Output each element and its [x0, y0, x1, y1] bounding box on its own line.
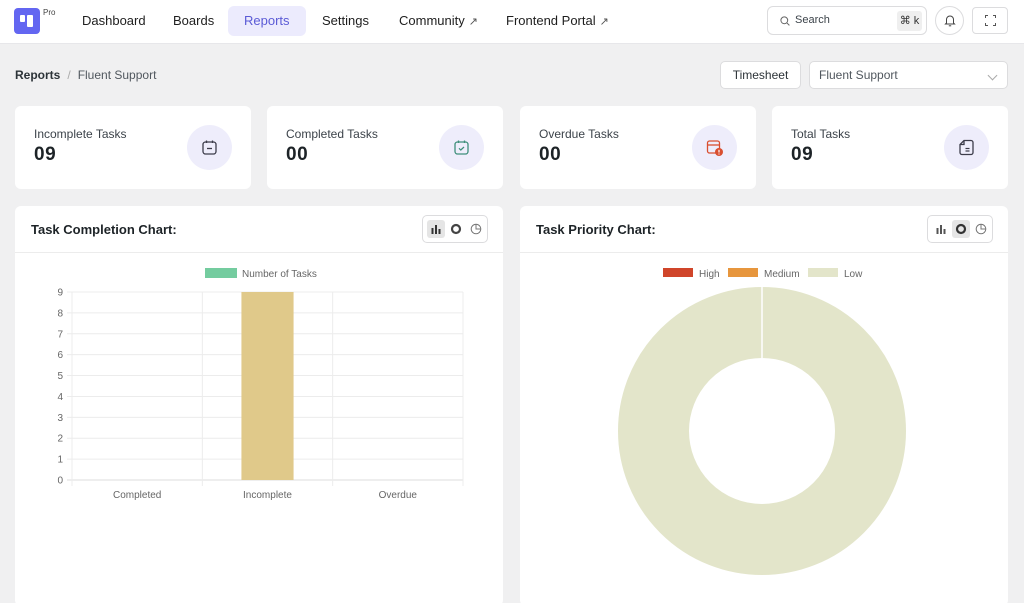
notifications-button[interactable] — [935, 6, 964, 35]
stat-icon-badge — [944, 125, 989, 170]
search-input[interactable]: Search ⌘ k — [767, 6, 927, 35]
breadcrumb: Reports / Fluent Support — [15, 68, 156, 82]
chart-type-doughnut-button[interactable] — [952, 220, 970, 238]
board-select[interactable]: Fluent Support — [809, 61, 1008, 89]
task-priority-panel: Task Priority Chart: High Medium Low — [520, 206, 1008, 603]
chart-type-bar-button[interactable] — [427, 220, 445, 238]
chart-type-bar-button[interactable] — [932, 220, 950, 238]
y-tick-label: 6 — [57, 350, 63, 361]
stat-label: Completed Tasks — [286, 127, 378, 141]
pie-chart-icon — [975, 223, 987, 235]
stat-icon-badge — [439, 125, 484, 170]
chart-type-toggle — [422, 215, 488, 243]
calendar-check-icon — [454, 140, 469, 155]
nav-community[interactable]: Community ↗ — [383, 6, 494, 36]
breadcrumb-root[interactable]: Reports — [15, 68, 60, 82]
x-tick-label: Overdue — [379, 490, 418, 501]
y-tick-label: 8 — [57, 308, 63, 319]
nav-label: Settings — [322, 13, 369, 28]
stat-label: Incomplete Tasks — [34, 127, 127, 141]
stat-value: 09 — [791, 144, 814, 165]
search-shortcut: ⌘ k — [897, 11, 922, 31]
doughnut-chart-icon — [955, 223, 967, 235]
bar-chart-icon — [936, 225, 946, 234]
search-icon — [780, 16, 790, 26]
y-tick-label: 3 — [57, 413, 63, 424]
task-completion-panel: Task Completion Chart: Number of Tasks 0 1… — [15, 206, 503, 603]
legend-label: Low — [844, 269, 863, 280]
stat-icon-badge — [187, 125, 232, 170]
calendar-minus-icon — [202, 140, 217, 155]
stat-value: 00 — [286, 144, 309, 165]
nav-boards[interactable]: Boards — [157, 6, 230, 36]
x-tick-label: Incomplete — [243, 490, 292, 501]
y-tick-label: 4 — [57, 392, 63, 403]
task-completion-chart: Number of Tasks 0 1 2 3 4 5 6 7 8 9 Completed Incomp… — [57, 268, 464, 501]
task-priority-chart: High Medium Low — [618, 268, 906, 575]
y-tick-label: 2 — [57, 434, 63, 445]
pie-chart-icon — [470, 223, 482, 235]
fullscreen-button[interactable] — [972, 7, 1008, 34]
board-select-value: Fluent Support — [819, 68, 898, 82]
nav-frontend-portal[interactable]: Frontend Portal ↗ — [490, 6, 625, 36]
fullscreen-icon — [985, 15, 996, 26]
legend-label: High — [699, 269, 720, 280]
chart-type-toggle — [927, 215, 993, 243]
nav-dashboard[interactable]: Dashboard — [66, 6, 162, 36]
chart-legend: High Medium Low — [663, 268, 863, 280]
chevron-down-icon — [987, 70, 998, 81]
doughnut-chart-icon — [450, 223, 462, 235]
stat-label: Total Tasks — [791, 127, 851, 141]
panel-header: Task Completion Chart: — [15, 206, 503, 253]
nav-label: Boards — [173, 13, 215, 28]
external-link-icon: ↗ — [599, 16, 609, 28]
stat-value: 00 — [539, 144, 562, 165]
x-tick-label: Completed — [113, 490, 161, 501]
stat-label: Overdue Tasks — [539, 127, 619, 141]
breadcrumb-current: Fluent Support — [77, 68, 157, 82]
legend-swatch — [663, 268, 693, 277]
stat-value: 09 — [34, 144, 57, 165]
stat-icon-badge — [692, 125, 737, 170]
search-placeholder: Search — [795, 14, 830, 26]
panel-title: Task Priority Chart: — [536, 222, 656, 237]
legend-swatch — [808, 268, 838, 277]
calendar-alert-icon — [706, 140, 723, 156]
legend-label: Medium — [764, 269, 800, 280]
chart-legend: Number of Tasks — [205, 268, 317, 280]
panel-header: Task Priority Chart: — [520, 206, 1008, 253]
stat-card-overdue: Overdue Tasks 00 — [520, 106, 756, 189]
top-nav: Pro Dashboard Boards Reports Settings Co… — [0, 0, 1024, 44]
legend-swatch — [205, 268, 237, 278]
stat-card-total: Total Tasks 09 — [772, 106, 1008, 189]
nav-label: Reports — [244, 13, 290, 28]
chart-type-pie-button[interactable] — [467, 220, 485, 238]
y-tick-label: 0 — [57, 476, 63, 487]
legend-label: Number of Tasks — [242, 269, 317, 280]
breadcrumb-separator: / — [67, 68, 71, 82]
app-logo[interactable] — [14, 8, 40, 34]
timesheet-button[interactable]: Timesheet — [720, 61, 801, 89]
bar-chart-icon — [431, 225, 441, 234]
nav-reports[interactable]: Reports — [228, 6, 306, 36]
bar — [241, 292, 294, 480]
note-icon — [959, 139, 974, 156]
nav-settings[interactable]: Settings — [306, 6, 385, 36]
nav-label: Frontend Portal — [506, 13, 596, 28]
stat-card-completed: Completed Tasks 00 — [267, 106, 503, 189]
stat-card-incomplete: Incomplete Tasks 09 — [15, 106, 251, 189]
y-tick-label: 5 — [57, 371, 63, 382]
chart-type-pie-button[interactable] — [972, 220, 990, 238]
panel-title: Task Completion Chart: — [31, 222, 177, 237]
pro-badge: Pro — [43, 8, 56, 17]
y-tick-label: 7 — [57, 329, 63, 340]
nav-label: Community — [399, 13, 465, 28]
y-tick-label: 9 — [57, 288, 63, 299]
y-tick-label: 1 — [57, 455, 63, 466]
nav-label: Dashboard — [82, 13, 146, 28]
bell-icon — [944, 15, 956, 27]
legend-swatch — [728, 268, 758, 277]
external-link-icon: ↗ — [468, 16, 478, 28]
chart-type-doughnut-button[interactable] — [447, 220, 465, 238]
